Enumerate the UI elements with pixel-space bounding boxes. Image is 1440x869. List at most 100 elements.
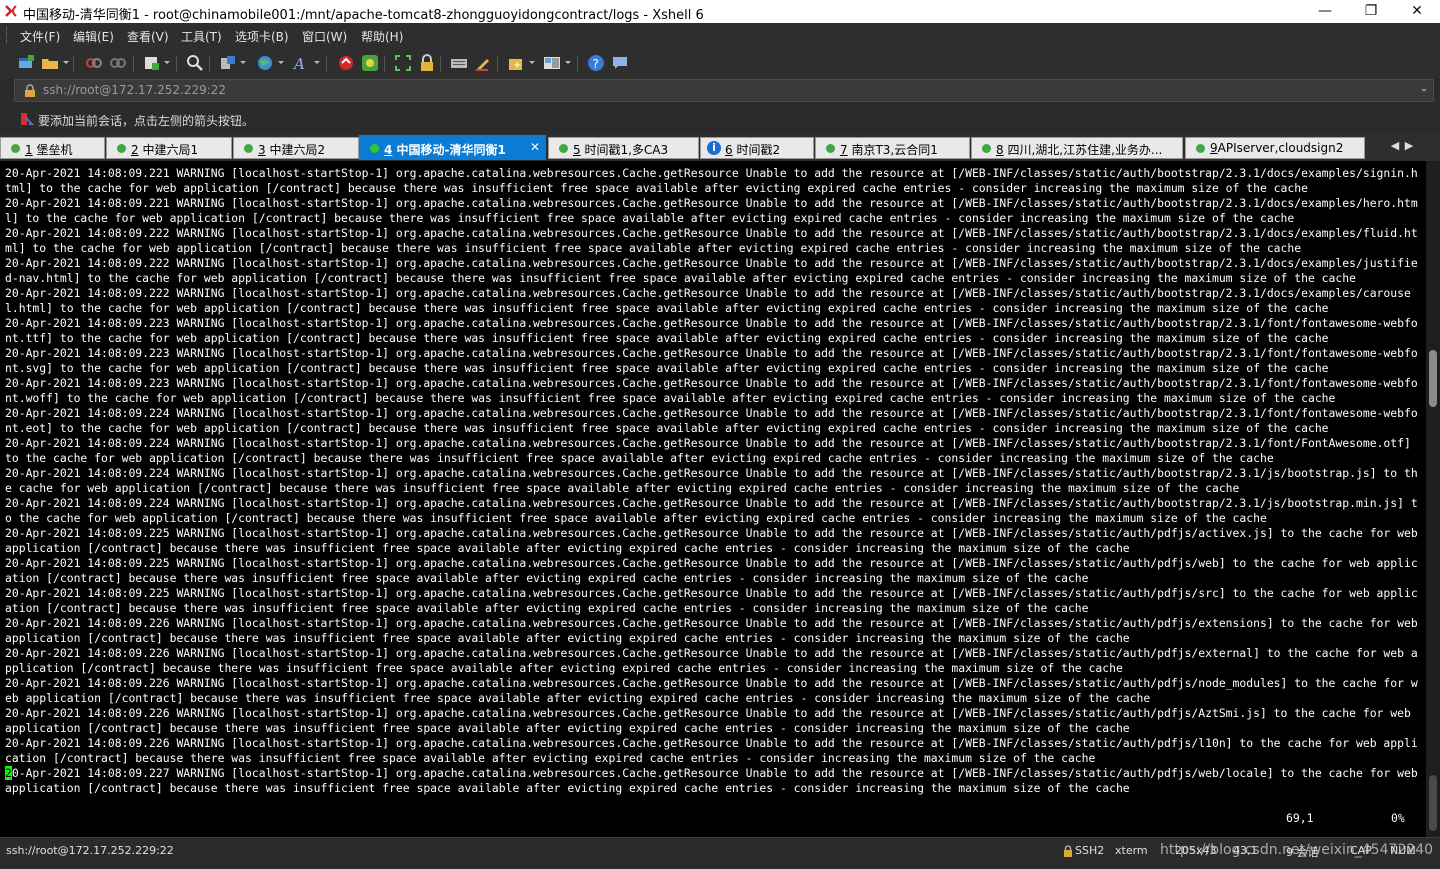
menu-help[interactable]: 帮助(H) — [361, 28, 403, 45]
toolbar-separator — [73, 56, 74, 72]
open-dropdown-icon[interactable] — [63, 61, 69, 64]
log-line: 20-Apr-2021 14:08:09.225 WARNING [localh… — [5, 526, 1418, 555]
log-line: 20-Apr-2021 14:08:09.221 WARNING [localh… — [5, 196, 1418, 225]
keyboard-icon[interactable] — [450, 54, 468, 72]
lock-icon — [25, 84, 35, 97]
reconnect-icon[interactable] — [109, 54, 127, 72]
svg-text:?: ? — [593, 57, 599, 71]
new-session-icon[interactable] — [17, 54, 35, 72]
transfer-icon[interactable] — [219, 54, 237, 72]
toolbar-separator — [176, 56, 177, 72]
tab-label: APIserver,cloudsign2 — [1217, 141, 1344, 155]
font-icon[interactable]: A — [292, 54, 310, 72]
toolbar-separator — [326, 56, 327, 72]
find-icon[interactable] — [186, 54, 204, 72]
font-dropdown-icon[interactable] — [314, 61, 320, 64]
transfer-dropdown-icon[interactable] — [240, 61, 246, 64]
tab-label: 四川,湖北,江苏住建,业务办... — [1007, 143, 1163, 157]
open-folder-icon[interactable] — [41, 54, 59, 72]
chat-icon[interactable] — [611, 54, 629, 72]
menu-file[interactable]: 文件(F) — [20, 28, 60, 45]
address-dropdown-icon[interactable] — [1421, 89, 1427, 92]
add-session-arrow-icon[interactable] — [20, 112, 34, 126]
tab-number: 2 — [131, 143, 139, 157]
menu-tools[interactable]: 工具(T) — [181, 28, 222, 45]
scrollbar-thumb[interactable] — [1429, 350, 1437, 407]
tab-9[interactable]: 9APIserver,cloudsign2 — [1185, 137, 1365, 159]
log-line: 20-Apr-2021 14:08:09.224 WARNING [localh… — [5, 496, 1418, 525]
scrollbar-track-marker — [1429, 775, 1437, 831]
tab-label: 中国移动-清华同衡1 — [396, 143, 506, 157]
menu-tabs[interactable]: 选项卡(B) — [235, 28, 289, 45]
tab-prev-icon[interactable]: ◀ — [1388, 139, 1402, 155]
toolbar: A + ? — [0, 47, 1440, 79]
connected-status-icon — [370, 144, 379, 153]
tab-number: 1 — [25, 143, 33, 157]
terminal-view[interactable]: 20-Apr-2021 14:08:09.221 WARNING [localh… — [0, 161, 1426, 837]
xshell-logo-icon — [5, 5, 17, 17]
tab-number: 9 — [1210, 141, 1218, 155]
compose-icon[interactable] — [474, 54, 492, 72]
disconnect-icon[interactable] — [85, 54, 103, 72]
log-line: 20-Apr-2021 14:08:09.223 WARNING [localh… — [5, 376, 1418, 405]
tab-5[interactable]: 5 时间戳1,多CA3 — [548, 137, 699, 159]
tab-8[interactable]: 8 四川,湖北,江苏住建,业务办... — [971, 137, 1183, 159]
tab-2[interactable]: 2 中建六局1 — [106, 137, 232, 159]
lock-icon[interactable] — [418, 54, 436, 72]
xshell-manager-icon[interactable] — [361, 54, 379, 72]
help-icon[interactable]: ? — [587, 54, 605, 72]
close-window-button[interactable]: ✕ — [1394, 0, 1440, 23]
menu-edit[interactable]: 编辑(E) — [73, 28, 114, 45]
tab-label: 中建六局1 — [142, 143, 199, 157]
globe-dropdown-icon[interactable] — [278, 61, 284, 64]
menu-grip — [6, 27, 10, 43]
minimize-button[interactable]: — — [1302, 0, 1348, 23]
menu-view[interactable]: 查看(V) — [127, 28, 169, 45]
connected-status-icon — [1196, 144, 1205, 153]
tab-4-active[interactable]: 4 中国移动-清华同衡1 ✕ — [359, 135, 546, 160]
tab-number: 3 — [258, 143, 266, 157]
status-protocol: SSH2 — [1075, 844, 1105, 857]
info-status-icon: i — [707, 141, 721, 155]
address-bar[interactable]: ssh://root@172.17.252.229:22 — [14, 79, 1434, 102]
fullscreen-icon[interactable] — [394, 54, 412, 72]
xftp-icon[interactable] — [337, 54, 355, 72]
log-line: 20-Apr-2021 14:08:09.226 WARNING [localh… — [5, 706, 1411, 735]
add-session-icon[interactable]: + — [507, 54, 525, 72]
log-line: 20-Apr-2021 14:08:09.222 WARNING [localh… — [5, 226, 1418, 255]
layout-dropdown-icon[interactable] — [565, 61, 571, 64]
tab-1[interactable]: 1 堡垒机 — [0, 137, 105, 159]
menu-window[interactable]: 窗口(W) — [302, 28, 347, 45]
menu-bar: 文件(F) 编辑(E) 查看(V) 工具(T) 选项卡(B) 窗口(W) 帮助(… — [0, 23, 1440, 47]
tab-next-icon[interactable]: ▶ — [1402, 139, 1416, 155]
tab-7[interactable]: 7 南京T3,云合同1 — [815, 137, 970, 159]
status-term: xterm — [1115, 844, 1148, 857]
tab-label: 时间戳2 — [736, 143, 781, 157]
status-bar: ssh://root@172.17.252.229:22 SSH2 xterm … — [0, 837, 1440, 869]
svg-text:A: A — [292, 55, 305, 72]
add-session-dropdown-icon[interactable] — [529, 61, 535, 64]
terminal-scrollbar[interactable] — [1426, 161, 1440, 837]
connected-status-icon — [244, 144, 253, 153]
globe-icon[interactable] — [256, 54, 274, 72]
tab-6[interactable]: i 6 时间戳2 — [700, 137, 814, 159]
toolbar-separator — [384, 56, 385, 72]
tab-number: 4 — [384, 143, 393, 157]
log-line: 20-Apr-2021 14:08:09.222 WARNING [localh… — [5, 286, 1411, 315]
log-line: 20-Apr-2021 14:08:09.223 WARNING [localh… — [5, 346, 1418, 375]
tab-number: 7 — [840, 143, 848, 157]
properties-icon[interactable] — [143, 54, 161, 72]
hint-bar: 要添加当前会话，点击左侧的箭头按钮。 — [0, 104, 1440, 134]
toolbar-separator — [577, 56, 578, 72]
layout-icon[interactable] — [543, 54, 561, 72]
log-line: 20-Apr-2021 14:08:09.224 WARNING [localh… — [5, 406, 1418, 435]
log-line: 20-Apr-2021 14:08:09.224 WARNING [localh… — [5, 436, 1411, 465]
maximize-button[interactable]: ❐ — [1348, 0, 1394, 23]
properties-dropdown-icon[interactable] — [164, 61, 170, 64]
tab-close-icon[interactable]: ✕ — [530, 140, 540, 154]
title-bar: 中国移动-清华同衡1 - root@chinamobile001:/mnt/ap… — [0, 0, 1440, 23]
log-line: 20-Apr-2021 14:08:09.222 WARNING [localh… — [5, 256, 1418, 285]
tab-3[interactable]: 3 中建六局2 — [233, 137, 359, 159]
tab-label: 南京T3,云合同1 — [851, 143, 938, 157]
address-input[interactable]: ssh://root@172.17.252.229:22 — [43, 83, 226, 97]
